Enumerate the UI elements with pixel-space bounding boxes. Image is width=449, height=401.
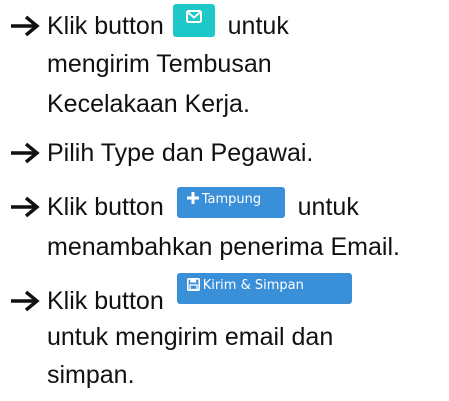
step-text: simpan. xyxy=(47,361,135,389)
save-icon xyxy=(186,278,200,291)
right-arrow-icon xyxy=(11,142,40,164)
step-text: Klik button xyxy=(47,287,164,315)
envelope-icon xyxy=(185,10,202,23)
step-text: Klik button xyxy=(47,12,164,40)
instruction-step-select: Pilih Type dan Pegawai. xyxy=(8,136,444,170)
step-text: untuk mengirim email dan xyxy=(47,323,334,351)
instruction-step-email: Klik button untuk mengirim Tembusan Kece… xyxy=(8,4,444,137)
right-arrow-icon xyxy=(11,15,40,37)
kirim-simpan-button[interactable]: Kirim & Simpan xyxy=(176,273,352,304)
step-text: Klik button xyxy=(47,193,164,221)
instruction-step-kirim: Klik button Kirim & Simpan untuk mengiri… xyxy=(8,273,444,401)
right-arrow-icon xyxy=(11,290,40,312)
tampung-button[interactable]: Tampung xyxy=(176,187,285,218)
email-button[interactable] xyxy=(172,4,215,37)
right-arrow-icon xyxy=(11,196,40,218)
plus-icon xyxy=(186,192,199,204)
step-text: mengirim Tembusan xyxy=(47,50,272,78)
step-text: Kecelakaan Kerja. xyxy=(47,90,250,118)
tampung-button-label: Tampung xyxy=(201,192,262,207)
step-text: untuk xyxy=(297,193,359,221)
kirim-simpan-button-label: Kirim & Simpan xyxy=(202,278,304,293)
instruction-step-tampung: Klik button Tampung untuk menambahkan pe… xyxy=(8,187,444,270)
step-text: menambahkan penerima Email. xyxy=(47,233,400,261)
step-text: untuk xyxy=(227,12,289,40)
step-text: Pilih Type dan Pegawai. xyxy=(47,139,314,167)
